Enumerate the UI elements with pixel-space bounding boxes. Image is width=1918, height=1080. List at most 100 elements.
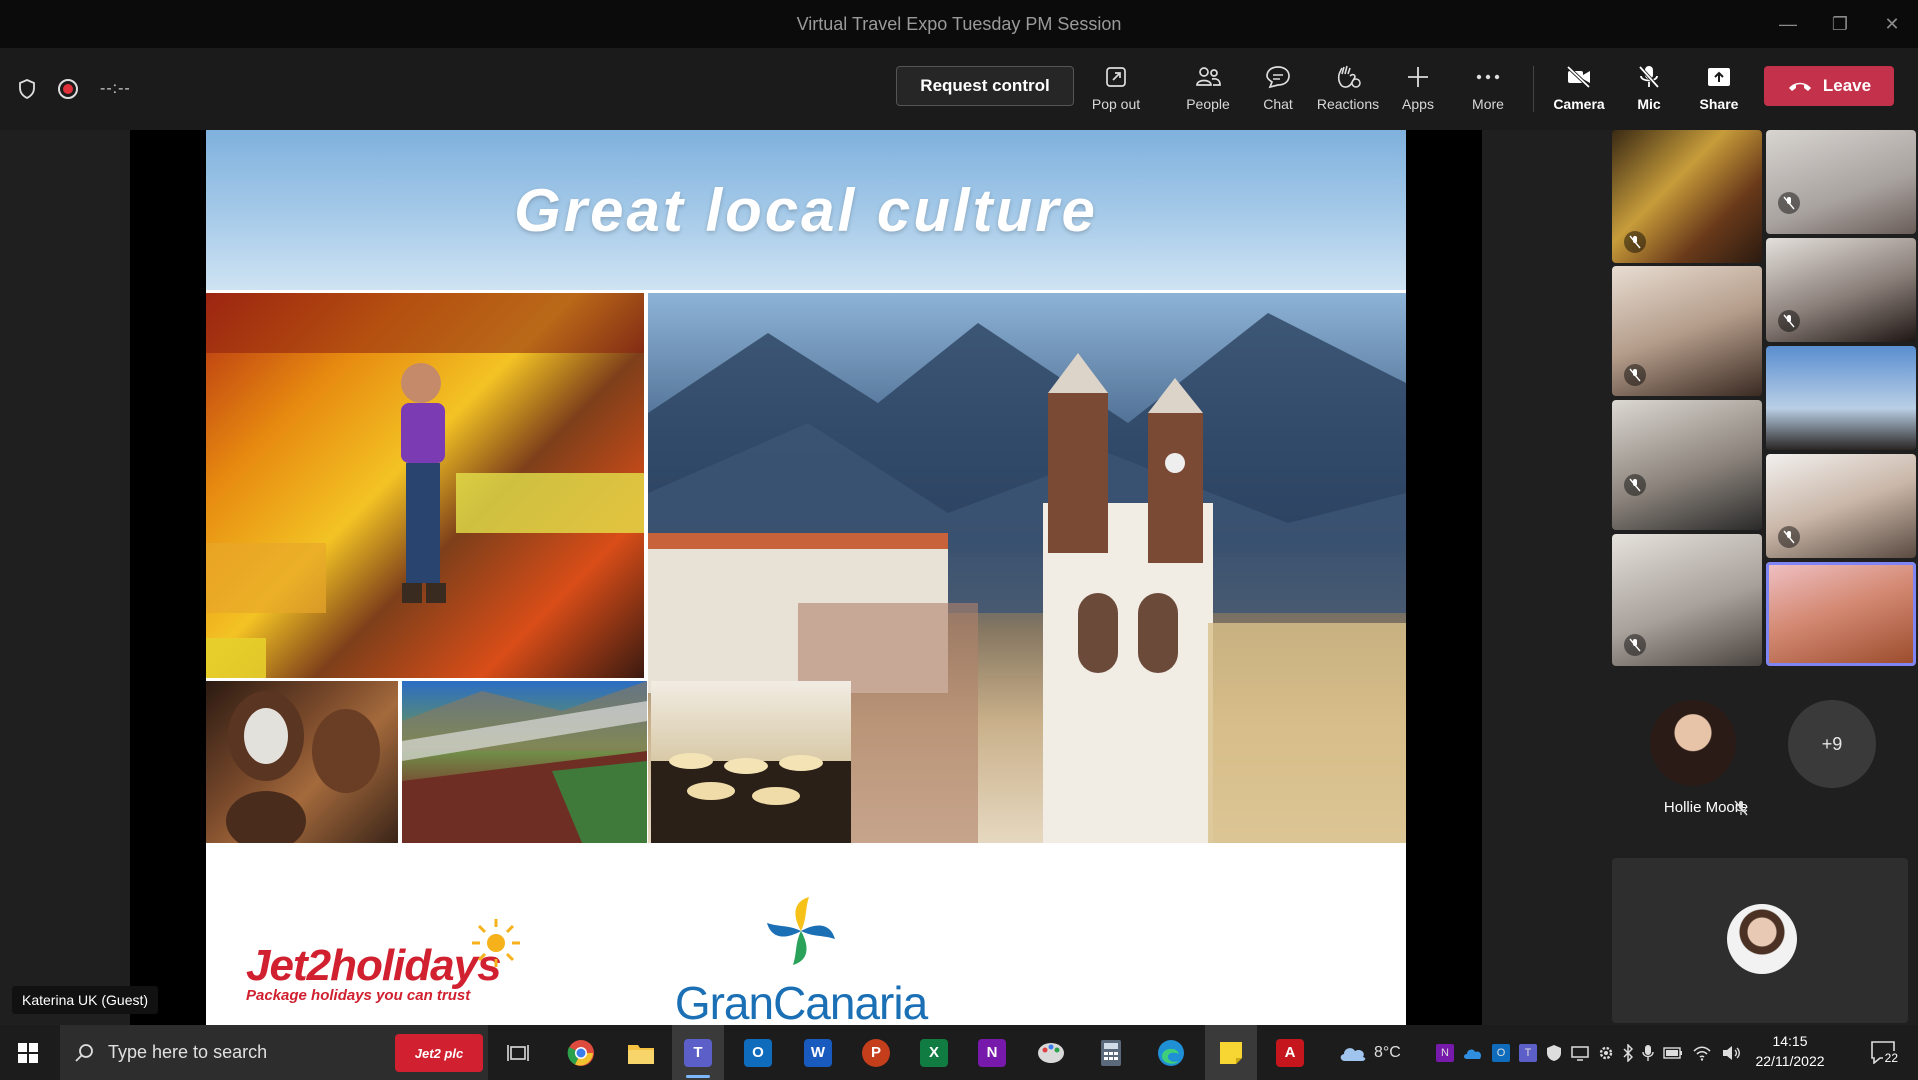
system-tray: N O T bbox=[1436, 1025, 1741, 1080]
network-drive-icon[interactable] bbox=[1571, 1045, 1589, 1061]
participant-video-tile[interactable] bbox=[1766, 346, 1916, 450]
participant-video-tile[interactable] bbox=[1766, 454, 1916, 558]
excel-app[interactable]: X bbox=[908, 1025, 960, 1080]
calculator-app[interactable] bbox=[1085, 1025, 1137, 1080]
market-photo bbox=[206, 293, 644, 678]
window-title: Virtual Travel Expo Tuesday PM Session bbox=[796, 13, 1122, 34]
search-highlight-badge[interactable]: Jet2 plc bbox=[395, 1034, 483, 1072]
slide-header: Great local culture bbox=[206, 130, 1406, 290]
plantation-illustration bbox=[402, 681, 647, 843]
mic-muted-icon bbox=[1624, 231, 1646, 253]
mic-muted-icon bbox=[1778, 192, 1800, 214]
request-control-button[interactable]: Request control bbox=[896, 66, 1074, 106]
chrome-app[interactable] bbox=[555, 1025, 607, 1080]
pop-out-button[interactable]: Pop out bbox=[1081, 58, 1151, 124]
security-shield-icon[interactable] bbox=[1546, 1044, 1562, 1062]
volume-icon[interactable] bbox=[1721, 1045, 1741, 1061]
mic-muted-icon bbox=[1734, 800, 1748, 816]
clock-time: 14:15 bbox=[1772, 1033, 1808, 1049]
barrels-illustration bbox=[226, 691, 380, 843]
leave-button[interactable]: Leave bbox=[1764, 66, 1894, 106]
participant-video-tile[interactable] bbox=[1612, 130, 1762, 263]
self-view-tile[interactable] bbox=[1612, 858, 1908, 1023]
participant-video-tile[interactable] bbox=[1766, 130, 1916, 234]
chat-icon bbox=[1266, 66, 1290, 89]
sticky-notes-app[interactable] bbox=[1205, 1025, 1257, 1080]
gran-canaria-logo: GranCanaria bbox=[666, 893, 936, 1025]
avatar[interactable] bbox=[1650, 700, 1736, 786]
reactions-button[interactable]: Reactions bbox=[1313, 58, 1383, 124]
wifi-icon[interactable] bbox=[1692, 1045, 1712, 1061]
onenote-tray-icon[interactable]: N bbox=[1436, 1043, 1454, 1062]
slide-logos: Jet2holidays Package holidays you can tr… bbox=[206, 843, 1406, 1025]
acrobat-app[interactable]: A bbox=[1264, 1025, 1316, 1080]
active-speaker-tile[interactable] bbox=[1766, 562, 1916, 666]
onenote-icon: N bbox=[978, 1038, 1006, 1067]
start-button[interactable] bbox=[2, 1025, 54, 1080]
settings-icon[interactable] bbox=[1598, 1045, 1614, 1061]
file-explorer-app[interactable] bbox=[615, 1025, 667, 1080]
participant-video-tile[interactable] bbox=[1612, 266, 1762, 396]
participant-video-tile[interactable] bbox=[1612, 400, 1762, 530]
teams-tray-icon[interactable]: T bbox=[1519, 1043, 1537, 1062]
chat-button[interactable]: Chat bbox=[1243, 58, 1313, 124]
participant-video-tile[interactable] bbox=[1766, 238, 1916, 342]
onedrive-icon[interactable] bbox=[1463, 1046, 1483, 1060]
mic-label: Mic bbox=[1637, 96, 1661, 112]
chat-label: Chat bbox=[1263, 96, 1293, 112]
edge-icon bbox=[1158, 1039, 1184, 1066]
mic-button[interactable]: Mic bbox=[1614, 58, 1684, 124]
onenote-app[interactable]: N bbox=[966, 1025, 1018, 1080]
restore-icon[interactable]: ❐ bbox=[1814, 0, 1866, 48]
more-button[interactable]: More bbox=[1453, 58, 1523, 124]
powerpoint-app[interactable]: P bbox=[850, 1025, 902, 1080]
slide-frame: Great local culture Jet2holidays Package… bbox=[130, 130, 1482, 1025]
search-icon bbox=[75, 1044, 93, 1062]
bluetooth-icon[interactable] bbox=[1623, 1043, 1633, 1062]
apps-label: Apps bbox=[1402, 96, 1434, 112]
paint-icon bbox=[1038, 1042, 1064, 1063]
outlook-tray-icon[interactable]: O bbox=[1492, 1043, 1510, 1062]
people-icon bbox=[1196, 67, 1221, 86]
task-view-button[interactable] bbox=[492, 1025, 544, 1080]
camera-button[interactable]: Camera bbox=[1544, 58, 1614, 124]
weather-widget[interactable]: 8°C bbox=[1338, 1025, 1401, 1080]
more-label: More bbox=[1472, 96, 1504, 112]
windows-taskbar: Type here to search Jet2 plc T O W P X N… bbox=[0, 1025, 1918, 1080]
jet2-tagline: Package holidays you can trust bbox=[246, 987, 471, 1004]
market-illustration bbox=[206, 293, 644, 678]
weather-temperature: 8°C bbox=[1374, 1043, 1401, 1061]
notifications-button[interactable]: 22 bbox=[1866, 1037, 1900, 1067]
more-participants-button[interactable]: +9 bbox=[1788, 700, 1876, 788]
microphone-icon[interactable] bbox=[1642, 1044, 1654, 1062]
jet2-brand-text: Jet2holidays bbox=[246, 941, 502, 990]
taskbar-clock[interactable]: 14:15 22/11/2022 bbox=[1740, 1031, 1840, 1071]
paint-app[interactable] bbox=[1025, 1025, 1077, 1080]
window-controls: — ❐ ✕ bbox=[1762, 0, 1918, 48]
barrels-photo bbox=[206, 681, 398, 843]
ellipsis-icon bbox=[1476, 74, 1500, 80]
mic-muted-icon bbox=[1624, 364, 1646, 386]
apps-button[interactable]: Apps bbox=[1383, 58, 1453, 124]
word-icon: W bbox=[804, 1038, 832, 1067]
folder-icon bbox=[628, 1044, 654, 1064]
participant-video-tile[interactable] bbox=[1612, 534, 1762, 666]
word-app[interactable]: W bbox=[792, 1025, 844, 1080]
share-button[interactable]: Share bbox=[1684, 58, 1754, 124]
outlook-app[interactable]: O bbox=[732, 1025, 784, 1080]
sun-icon bbox=[472, 919, 520, 967]
leave-label: Leave bbox=[1822, 76, 1872, 95]
self-avatar bbox=[1727, 904, 1797, 974]
mic-muted-icon bbox=[1624, 634, 1646, 656]
battery-icon[interactable] bbox=[1663, 1046, 1683, 1059]
edge-app[interactable] bbox=[1145, 1025, 1197, 1080]
taskbar-search[interactable]: Type here to search Jet2 plc bbox=[60, 1025, 488, 1080]
people-button[interactable]: People bbox=[1173, 58, 1243, 124]
close-icon[interactable]: ✕ bbox=[1866, 0, 1918, 48]
teams-app[interactable]: T bbox=[672, 1025, 724, 1080]
minimize-icon[interactable]: — bbox=[1762, 0, 1814, 48]
coffee-plantation-photo bbox=[402, 681, 647, 843]
clock-date: 22/11/2022 bbox=[1755, 1053, 1825, 1069]
powerpoint-icon: P bbox=[862, 1038, 890, 1067]
phone-hangup-icon bbox=[1788, 82, 1811, 91]
